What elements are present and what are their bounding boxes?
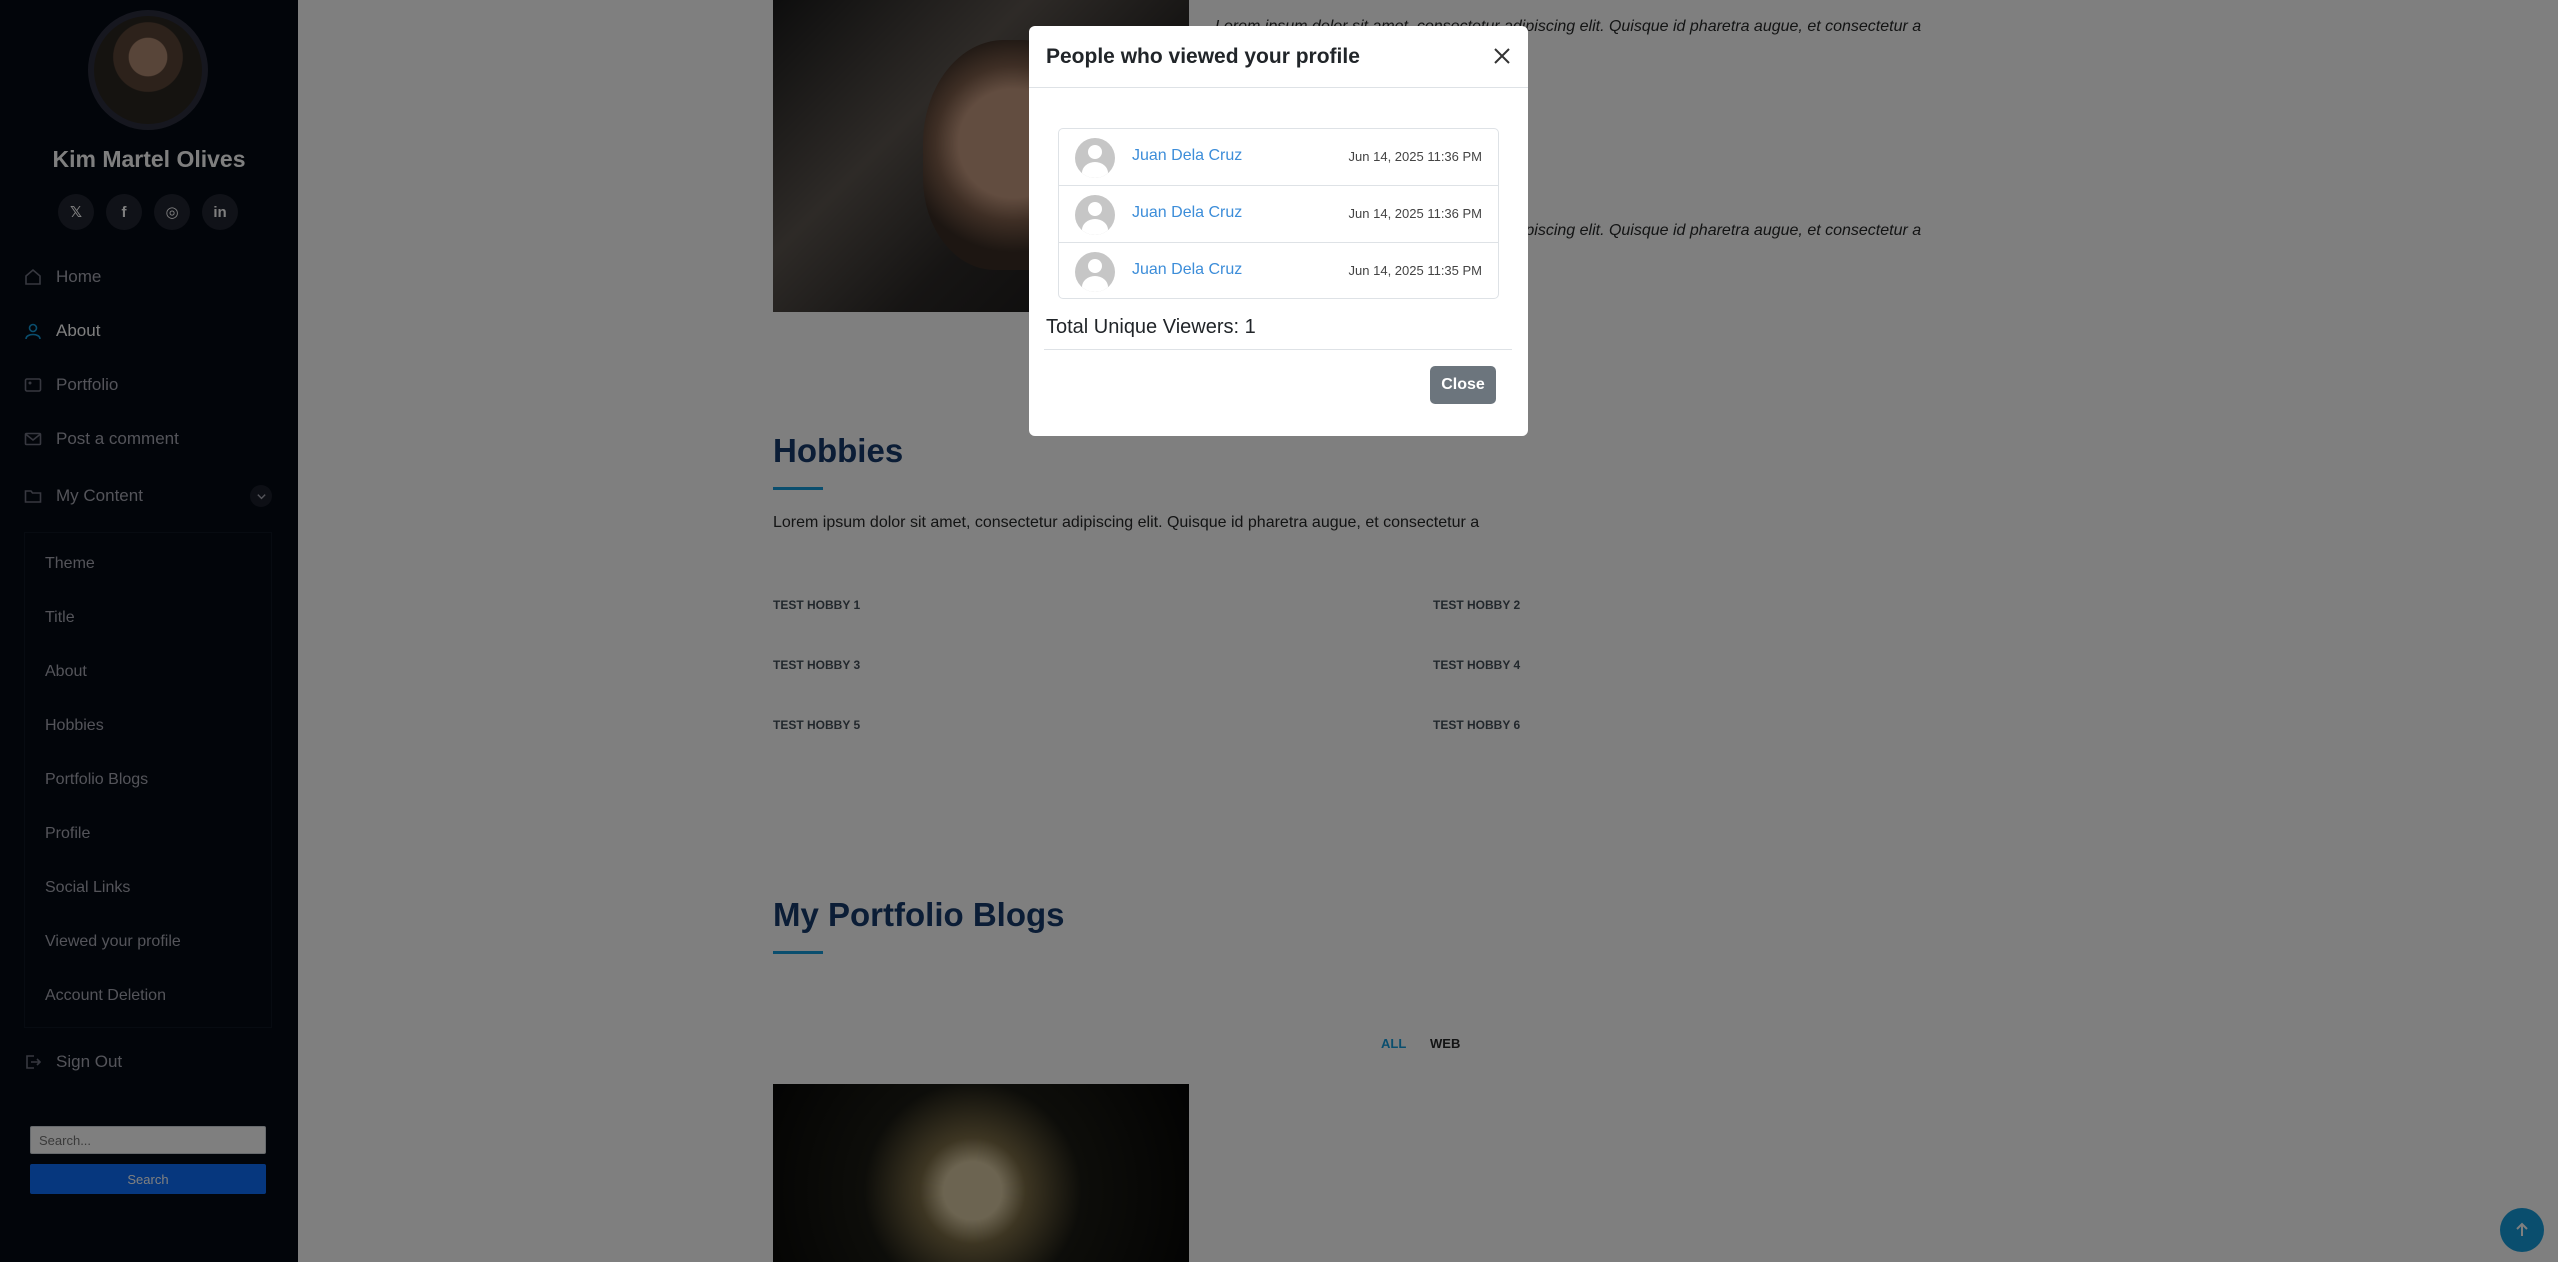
modal-title: People who viewed your profile (1046, 45, 1360, 68)
profile-viewers-modal: People who viewed your profile Juan Dela… (1029, 26, 1528, 436)
avatar (1075, 138, 1115, 178)
total-unique-viewers: Total Unique Viewers: 1 (1046, 316, 1256, 338)
viewer-list: Juan Dela Cruz Jun 14, 2025 11:36 PM Jua… (1058, 128, 1499, 299)
close-button[interactable]: Close (1430, 366, 1496, 404)
avatar (1075, 195, 1115, 235)
viewer-name-link[interactable]: Juan Dela Cruz (1132, 147, 1242, 165)
list-item: Juan Dela Cruz Jun 14, 2025 11:36 PM (1059, 129, 1498, 186)
list-item: Juan Dela Cruz Jun 14, 2025 11:35 PM (1059, 243, 1498, 300)
viewer-name-link[interactable]: Juan Dela Cruz (1132, 261, 1242, 279)
view-timestamp: Jun 14, 2025 11:36 PM (1348, 149, 1482, 164)
viewer-name-link[interactable]: Juan Dela Cruz (1132, 204, 1242, 222)
modal-header: People who viewed your profile (1029, 26, 1528, 88)
view-timestamp: Jun 14, 2025 11:36 PM (1348, 206, 1482, 221)
view-timestamp: Jun 14, 2025 11:35 PM (1348, 263, 1482, 278)
close-icon[interactable] (1489, 43, 1515, 69)
list-item: Juan Dela Cruz Jun 14, 2025 11:36 PM (1059, 186, 1498, 243)
avatar (1075, 252, 1115, 292)
modal-divider (1044, 349, 1512, 350)
